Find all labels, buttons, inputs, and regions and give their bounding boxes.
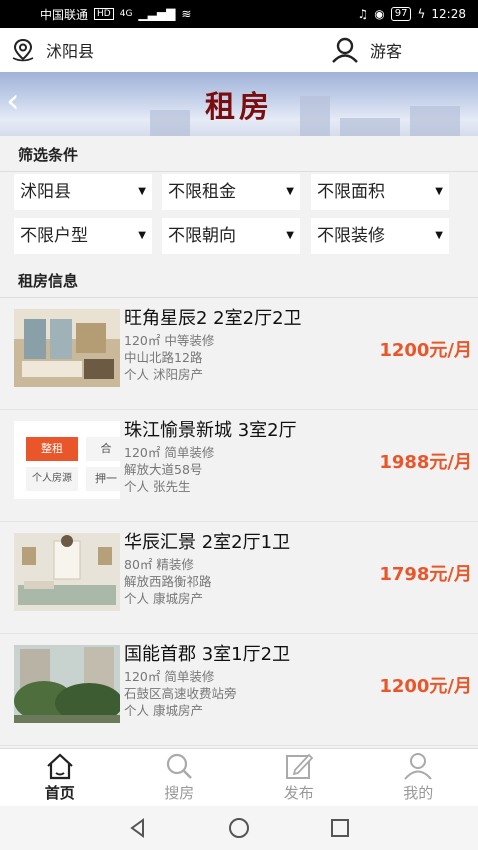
charging-icon: ϟ xyxy=(417,7,426,21)
user-button[interactable]: 游客 xyxy=(330,37,402,63)
headset-icon: ♫ xyxy=(357,7,369,21)
listing-detail: 120㎡ 简单装修 xyxy=(124,669,215,684)
tab-label: 首页 xyxy=(44,784,75,802)
dropdown-arrow-icon: ▼ xyxy=(138,186,146,197)
select-value: 不限户型 xyxy=(20,226,88,246)
listing-photo xyxy=(14,645,120,723)
tab-home[interactable]: 首页 xyxy=(0,749,120,806)
filter-section-title: 筛选条件 xyxy=(0,138,478,172)
listing-name: 国能首郡 3室1厅2卫 xyxy=(124,644,291,665)
listing-item[interactable]: 整租 合 个人房源 押一 珠江愉景新城 3室2厅 120㎡ 简单装修 解放大道5… xyxy=(0,412,478,522)
tab-profile[interactable]: 我的 xyxy=(359,749,478,806)
district-select[interactable]: 沭阳县 ▼ xyxy=(14,174,152,210)
page-banner: ‹ 租房 xyxy=(0,72,478,136)
listing-address: 解放西路衡祁路 xyxy=(124,574,212,589)
select-value: 不限面积 xyxy=(317,182,385,202)
hd-badge: HD xyxy=(94,8,114,20)
listing-owner: 个人 康城房产 xyxy=(124,591,203,606)
listing-detail: 80㎡ 精装修 xyxy=(124,557,194,572)
listing-item[interactable]: 旺角星辰2 2室2厅2卫 120㎡ 中等装修 中山北路12路 个人 沭阳房产 1… xyxy=(0,300,478,410)
battery-icon: 97 xyxy=(390,7,412,21)
page-title: 租房 xyxy=(205,90,273,125)
signal-icon: ▁▃▅▇ xyxy=(138,7,176,21)
select-value: 不限朝向 xyxy=(168,226,236,246)
listing-photo: 整租 合 个人房源 押一 xyxy=(14,421,120,499)
bottom-tab-bar: 首页 搜房 发布 我的 xyxy=(0,748,478,806)
location-pin-icon xyxy=(12,38,34,62)
home-icon xyxy=(47,753,73,780)
thumb-tag: 个人房源 xyxy=(26,467,78,491)
profile-icon xyxy=(404,753,433,780)
listing-owner: 个人 康城房产 xyxy=(124,703,203,718)
listing-detail: 120㎡ 中等装修 xyxy=(124,333,215,348)
area-select[interactable]: 不限面积 ▼ xyxy=(311,174,449,210)
listing-price: 1200元/月 xyxy=(379,676,472,697)
listing-owner: 个人 沭阳房产 xyxy=(124,367,203,382)
listing-detail: 120㎡ 简单装修 xyxy=(124,445,215,460)
tab-publish[interactable]: 发布 xyxy=(239,749,359,806)
edit-icon xyxy=(285,753,314,779)
user-label: 游客 xyxy=(369,42,402,61)
listing-address: 石鼓区高速收费站旁 xyxy=(124,686,237,701)
location-label: 沭阳县 xyxy=(46,42,95,61)
orientation-select[interactable]: 不限朝向 ▼ xyxy=(162,218,300,254)
listing-address: 中山北路12路 xyxy=(124,350,203,365)
top-bar: 沭阳县 游客 xyxy=(0,28,478,72)
dropdown-arrow-icon: ▼ xyxy=(435,186,443,197)
listing-photo xyxy=(14,309,120,387)
decoration-select[interactable]: 不限装修 ▼ xyxy=(311,218,449,254)
listing-item[interactable]: 华辰汇景 2室2厅1卫 80㎡ 精装修 解放西路衡祁路 个人 康城房产 1798… xyxy=(0,524,478,634)
dropdown-arrow-icon: ▼ xyxy=(435,230,443,241)
search-icon xyxy=(167,753,193,779)
back-nav-icon[interactable] xyxy=(127,817,149,839)
listing-section-title: 租房信息 xyxy=(0,264,478,298)
filter-panel: 沭阳县 ▼ 不限租金 ▼ 不限面积 ▼ 不限户型 ▼ 不限朝向 ▼ 不限装修 ▼ xyxy=(0,172,478,264)
select-value: 沭阳县 xyxy=(20,182,71,202)
rent-select[interactable]: 不限租金 ▼ xyxy=(162,174,300,210)
home-nav-icon[interactable] xyxy=(227,816,251,840)
listing-price: 1798元/月 xyxy=(379,564,472,585)
system-nav-bar xyxy=(0,806,478,850)
wifi-icon: ≋ xyxy=(181,7,192,21)
tab-label: 发布 xyxy=(283,784,314,802)
dropdown-arrow-icon: ▼ xyxy=(286,230,294,241)
listing-photo xyxy=(14,533,120,611)
tab-search[interactable]: 搜房 xyxy=(120,749,240,806)
thumb-tag: 合 xyxy=(86,437,120,461)
recents-nav-icon[interactable] xyxy=(329,817,351,839)
tab-label: 搜房 xyxy=(164,784,195,802)
location-selector[interactable]: 沭阳县 xyxy=(10,38,94,62)
listing-name: 旺角星辰2 2室2厅2卫 xyxy=(124,308,302,329)
listing-name: 华辰汇景 2室2厅1卫 xyxy=(124,532,291,553)
listing-price: 1200元/月 xyxy=(379,340,472,361)
listing-owner: 个人 张先生 xyxy=(124,479,191,494)
carrier-label: 中国联通 xyxy=(40,7,89,22)
select-value: 不限租金 xyxy=(168,182,236,202)
layout-select[interactable]: 不限户型 ▼ xyxy=(14,218,152,254)
signal-label: 4G xyxy=(119,9,133,19)
select-value: 不限装修 xyxy=(317,226,385,246)
status-bar: 中国联通 HD 4G ▁▃▅▇ ≋ ♫ ◉ 97 ϟ 12:28 xyxy=(0,0,478,28)
listing-price: 1988元/月 xyxy=(379,452,472,473)
clock: 12:28 xyxy=(431,7,466,21)
thumb-tag: 整租 xyxy=(26,437,78,461)
listing-name: 珠江愉景新城 3室2厅 xyxy=(124,420,297,441)
tab-label: 我的 xyxy=(403,784,434,802)
dropdown-arrow-icon: ▼ xyxy=(138,230,146,241)
listing-address: 解放大道58号 xyxy=(124,462,203,477)
listing-item[interactable]: 国能首郡 3室1厅2卫 120㎡ 简单装修 石鼓区高速收费站旁 个人 康城房产 … xyxy=(0,636,478,746)
thumb-tag: 押一 xyxy=(86,467,120,491)
eye-icon: ◉ xyxy=(374,7,385,21)
user-icon xyxy=(332,37,358,63)
dropdown-arrow-icon: ▼ xyxy=(286,186,294,197)
